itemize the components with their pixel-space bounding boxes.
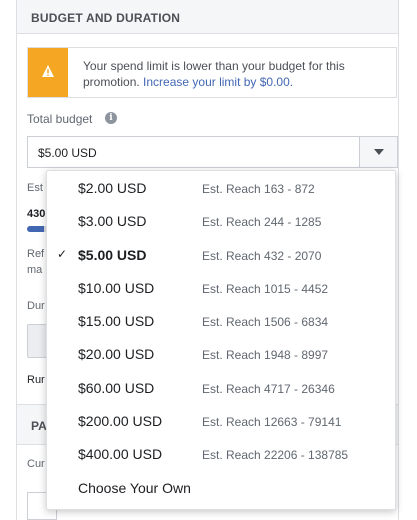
- option-amount: Choose Your Own: [78, 479, 191, 496]
- option-reach: Est. Reach 1948 - 8997: [202, 348, 329, 363]
- budget-option[interactable]: $15.00 USD Est. Reach 1506 - 6834: [47, 304, 395, 337]
- section-title: BUDGET AND DURATION: [17, 0, 398, 34]
- budget-select[interactable]: $5.00 USD: [27, 136, 398, 168]
- budget-select-toggle[interactable]: [359, 137, 397, 167]
- budget-option[interactable]: $10.00 USD Est. Reach 1015 - 4452: [47, 271, 395, 304]
- warning-message: Your spend limit is lower than your budg…: [83, 58, 383, 90]
- ref-text-line2: ma: [27, 264, 43, 276]
- option-reach: Est. Reach 22206 - 138785: [202, 448, 349, 463]
- budget-dropdown-menu: $2.00 USD Est. Reach 163 - 872 $3.00 USD…: [46, 170, 396, 510]
- option-amount: $5.00 USD: [78, 246, 147, 263]
- budget-option[interactable]: $3.00 USD Est. Reach 244 - 1285: [47, 204, 395, 237]
- option-amount: $60.00 USD: [78, 379, 155, 396]
- warning-icon: [42, 65, 54, 77]
- increase-limit-link[interactable]: Increase your limit by $0.00.: [143, 75, 293, 89]
- duration-label: Dur: [27, 300, 45, 312]
- est-reach-value: 430: [27, 208, 46, 220]
- budget-select-value: $5.00 USD: [38, 146, 97, 160]
- option-reach: Est. Reach 1015 - 4452: [202, 281, 329, 296]
- option-amount: $400.00 USD: [78, 446, 163, 463]
- option-amount: $200.00 USD: [78, 413, 163, 430]
- option-reach: Est. Reach 12663 - 79141: [202, 415, 342, 430]
- option-amount: $3.00 USD: [78, 213, 147, 230]
- run-label: Rur: [27, 374, 45, 386]
- budget-option[interactable]: $60.00 USD Est. Reach 4717 - 26346: [47, 371, 395, 404]
- warning-icon-box: [28, 48, 68, 97]
- reach-progress-fill: [27, 226, 44, 232]
- budget-option[interactable]: $200.00 USD Est. Reach 12663 - 79141: [47, 404, 395, 437]
- option-reach: Est. Reach 244 - 1285: [202, 215, 322, 230]
- currency-label: Cur: [27, 458, 45, 470]
- total-budget-label: Total budget: [27, 112, 93, 126]
- payment-header-label: PA: [31, 419, 47, 433]
- option-amount: $2.00 USD: [78, 180, 147, 196]
- budget-option[interactable]: $2.00 USD Est. Reach 163 - 872: [47, 171, 395, 204]
- budget-option[interactable]: $20.00 USD Est. Reach 1948 - 8997: [47, 337, 395, 370]
- spend-limit-warning: Your spend limit is lower than your budg…: [27, 47, 397, 98]
- option-reach: Est. Reach 4717 - 26346: [202, 381, 335, 396]
- option-amount: $15.00 USD: [78, 313, 155, 330]
- info-icon[interactable]: i: [105, 112, 117, 124]
- ref-text-line1: Ref: [27, 248, 45, 260]
- chevron-down-icon: [374, 149, 384, 155]
- budget-option-selected[interactable]: ✓ $5.00 USD Est. Reach 432 - 2070: [47, 238, 395, 271]
- option-reach: Est. Reach 163 - 872: [202, 182, 315, 196]
- option-amount: $20.00 USD: [78, 346, 155, 363]
- budget-option[interactable]: $400.00 USD Est. Reach 22206 - 138785: [47, 437, 395, 470]
- check-icon: ✓: [57, 246, 68, 261]
- option-amount: $10.00 USD: [78, 279, 155, 296]
- budget-option-custom[interactable]: Choose Your Own: [47, 471, 395, 504]
- option-reach: Est. Reach 1506 - 6834: [202, 315, 329, 330]
- option-reach: Est. Reach 432 - 2070: [202, 248, 322, 263]
- est-label: Est: [27, 182, 43, 194]
